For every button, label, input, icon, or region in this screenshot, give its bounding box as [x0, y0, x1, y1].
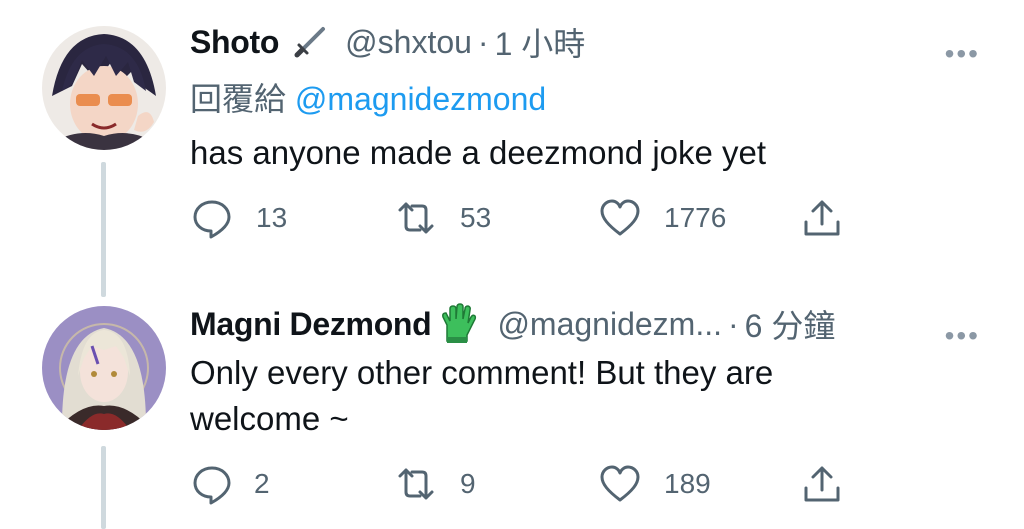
handle[interactable]: @magnidezm... [497, 306, 722, 343]
reply-count: 13 [256, 202, 288, 233]
heart-icon [600, 465, 640, 502]
tweet-shoto[interactable]: Shoto @shxtou · 1 小時 ••• 回覆給 @magnidezmo… [0, 0, 1024, 290]
retweet-icon [398, 202, 434, 234]
tweet-text: Only every other comment! But they are w… [190, 350, 930, 442]
display-name[interactable]: Magni Dezmond [190, 306, 432, 343]
display-name[interactable]: Shoto [190, 24, 279, 61]
timestamp[interactable]: 6 分鐘 [745, 301, 836, 347]
heart-icon [600, 199, 640, 236]
tweet-header: Shoto @shxtou · 1 小時 [190, 20, 585, 64]
tweet-magni-dezmond[interactable]: Magni Dezmond @magnidezm... · 6 分鐘 ••• O… [0, 290, 1024, 529]
retweet-button[interactable]: 53 [394, 196, 491, 240]
reply-to-label: 回覆給 [190, 81, 287, 117]
avatar[interactable] [42, 26, 166, 150]
retweet-icon [398, 468, 434, 500]
reply-button[interactable]: 2 [190, 462, 270, 506]
avatar[interactable] [42, 306, 166, 430]
dagger-icon [289, 21, 331, 63]
reply-icon [193, 200, 231, 239]
like-button[interactable]: 189 [598, 462, 711, 506]
separator: · [728, 305, 739, 342]
tweet-text-line: Only every other comment! But they are [190, 354, 774, 391]
tweet-text-line: welcome ~ [190, 400, 349, 437]
reply-button[interactable]: 13 [190, 196, 287, 240]
retweet-button[interactable]: 9 [394, 462, 476, 506]
more-options-icon[interactable]: ••• [945, 40, 980, 68]
share-icon [804, 200, 840, 236]
green-glove-icon [437, 303, 479, 345]
like-count: 189 [664, 468, 711, 499]
separator: · [477, 23, 489, 60]
retweet-count: 53 [460, 202, 492, 233]
more-options-icon[interactable]: ••• [945, 322, 980, 350]
reply-to-line: 回覆給 @magnidezmond [190, 74, 546, 120]
tweet-actions: 13 53 1776 [190, 196, 870, 239]
tweet-actions: 2 9 189 [190, 462, 870, 505]
tweet-text: has anyone made a deezmond joke yet [190, 134, 767, 171]
tweet-header: Magni Dezmond @magnidezm... · 6 分鐘 [190, 302, 835, 346]
reply-count: 2 [254, 468, 270, 499]
share-button[interactable] [800, 462, 844, 506]
share-button[interactable] [800, 196, 844, 240]
reply-mention-link[interactable]: @magnidezmond [295, 81, 546, 117]
timestamp[interactable]: 1 小時 [495, 19, 586, 65]
like-count: 1776 [664, 202, 727, 233]
handle[interactable]: @shxtou [345, 24, 472, 61]
share-icon [804, 466, 840, 502]
retweet-count: 9 [460, 468, 476, 499]
like-button[interactable]: 1776 [598, 196, 726, 240]
reply-icon [193, 466, 231, 505]
